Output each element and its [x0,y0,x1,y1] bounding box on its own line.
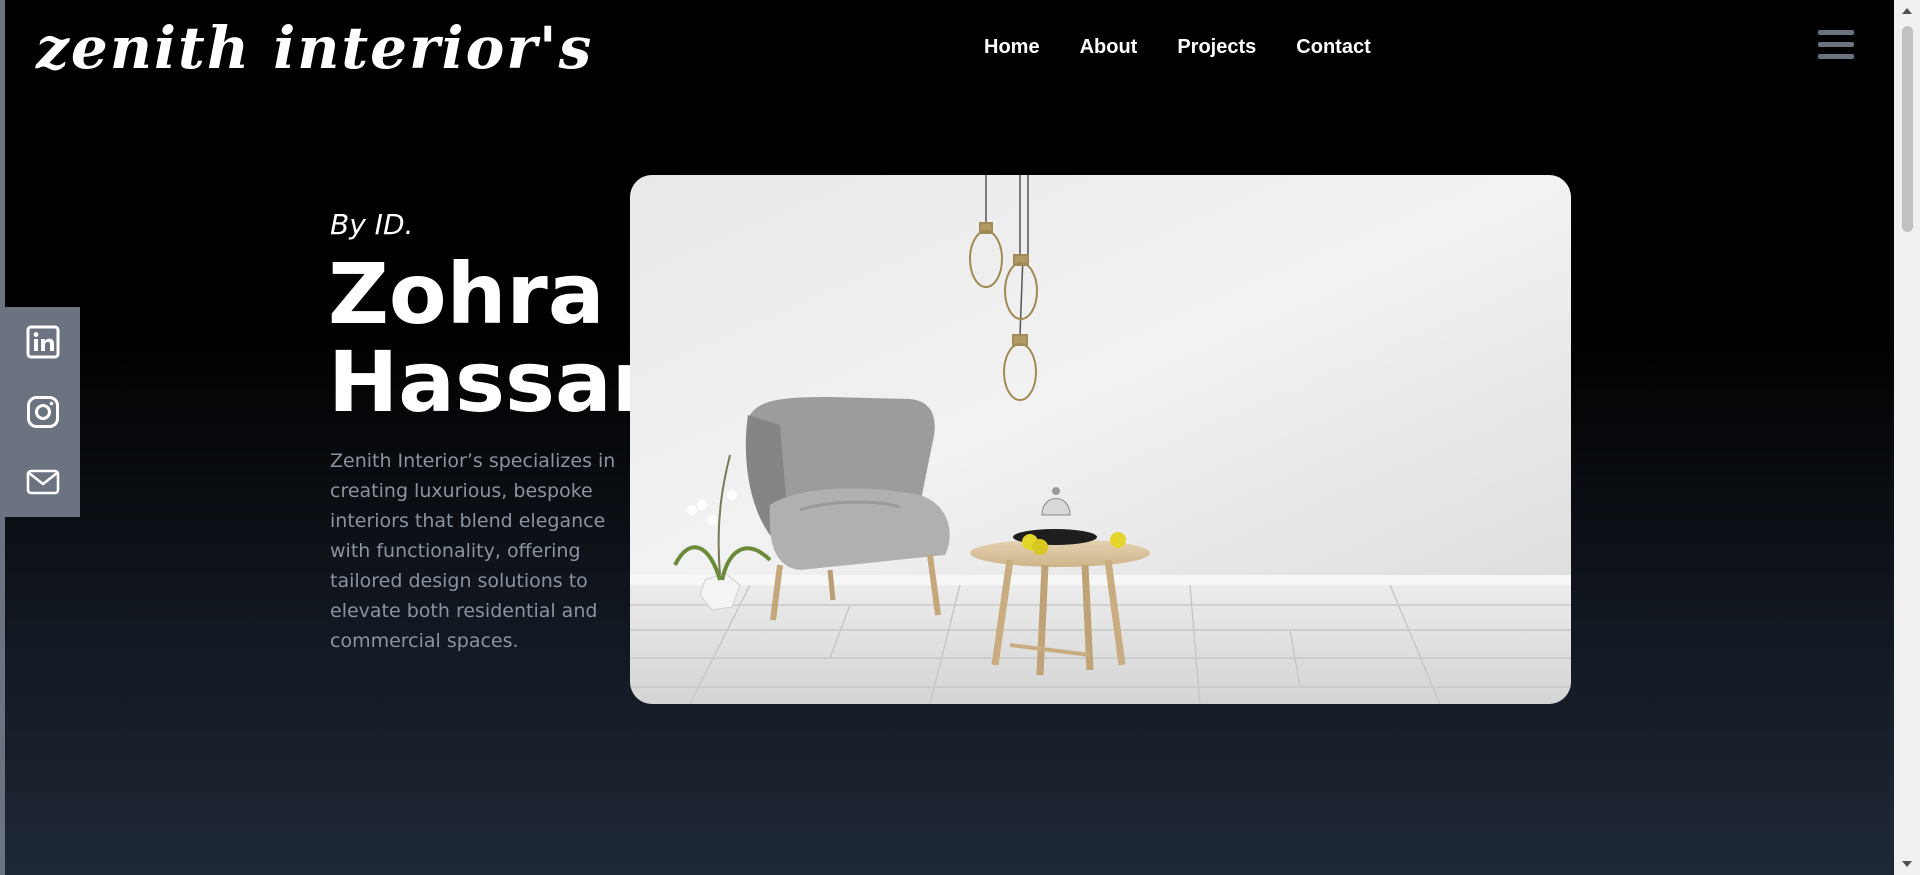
hero-image [630,175,1571,704]
nav-home-link[interactable]: Home [984,36,1040,59]
scroll-up-icon[interactable] [1902,8,1912,14]
nav-about-link[interactable]: About [1080,36,1138,59]
mail-icon[interactable] [25,464,61,500]
hero-name: Zohra Hassan [328,250,671,426]
nav-projects-link[interactable]: Projects [1177,36,1256,59]
main-nav: Home About Projects Contact [984,36,1371,59]
hero-name-last: Hassan [328,333,672,431]
scroll-thumb[interactable] [1902,26,1913,232]
social-sidebar [5,307,80,517]
instagram-icon[interactable] [25,394,61,430]
hamburger-menu-icon[interactable] [1818,30,1854,64]
hero-description: Zenith Interior’s specializes in creatin… [330,450,616,652]
nav-contact-link[interactable]: Contact [1296,36,1370,59]
hero-byline: By ID. [330,208,414,241]
page-scrollbar[interactable] [1894,0,1920,875]
linkedin-icon[interactable] [25,324,61,360]
hero-name-first: Zohra [328,245,605,343]
scroll-down-icon[interactable] [1902,861,1912,867]
site-logo[interactable]: zenith interior's [36,14,593,82]
